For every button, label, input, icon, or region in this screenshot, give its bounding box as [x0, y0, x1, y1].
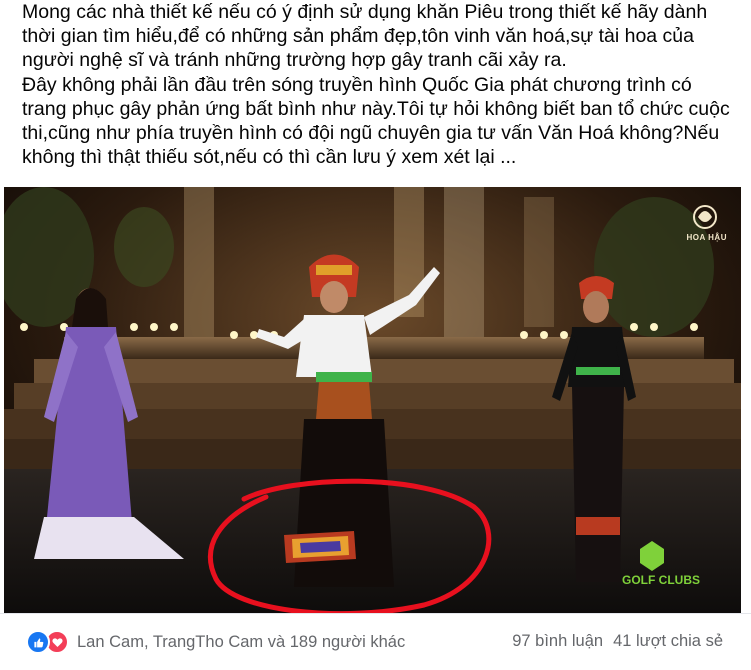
stage-scene: [4, 187, 741, 613]
khan-pieu-scarf: [284, 531, 356, 563]
post-photo[interactable]: HOA HẬU GOLF CLUBS: [4, 187, 741, 613]
facebook-post: Mong các nhà thiết kế nếu có ý định sử d…: [0, 0, 751, 670]
shares-count-link[interactable]: 41 lượt chia sẻ: [613, 632, 723, 651]
comments-count-link[interactable]: 97 bình luận: [512, 632, 603, 651]
post-text: Mong các nhà thiết kế nếu có ý định sử d…: [22, 0, 737, 169]
reaction-bar: Lan Cam, TrangTho Cam và 189 người khác …: [0, 613, 751, 670]
reactors-link[interactable]: Lan Cam, TrangTho Cam và 189 người khác: [77, 633, 405, 652]
sponsor-text: GOLF CLUBS: [622, 573, 700, 587]
like-icon[interactable]: [26, 630, 50, 654]
post-paragraph-1: Mong các nhà thiết kế nếu có ý định sử d…: [22, 1, 713, 72]
watermark-text: HOA HẬU: [686, 233, 727, 242]
engagement-counts: 97 bình luận 41 lượt chia sẻ: [512, 632, 723, 651]
post-paragraph-2: Đây không phải lần đầu trên sóng truyền …: [22, 73, 736, 169]
reactions-summary[interactable]: Lan Cam, TrangTho Cam và 189 người khác: [26, 630, 405, 654]
